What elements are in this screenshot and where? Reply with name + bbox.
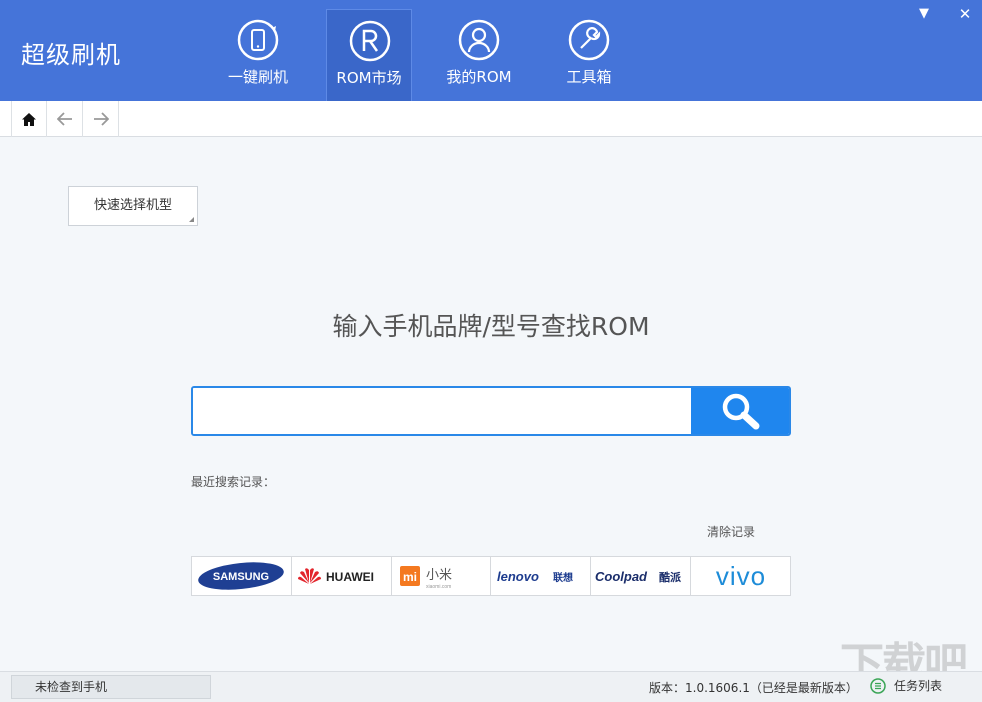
tab-label: 我的ROM <box>446 68 512 86</box>
rom-r-icon <box>349 20 391 62</box>
svg-text:联想: 联想 <box>553 571 573 584</box>
brand-lenovo[interactable]: lenovo 联想 <box>491 557 592 595</box>
wrench-icon <box>568 19 610 61</box>
brand-samsung[interactable]: SAMSUNG <box>192 557 292 595</box>
task-list-label: 任务列表 <box>894 679 943 693</box>
header: 超级刷机 一键刷机 ROM市场 我的ROM 工具箱 ▼ ✕ <box>0 0 982 101</box>
arrow-left-icon <box>56 112 72 126</box>
svg-text:SAMSUNG: SAMSUNG <box>213 571 269 583</box>
brand-list: SAMSUNG HUAWEI mi 小米 xiaomi.com lenovo 联… <box>191 556 791 596</box>
tab-my-rom[interactable]: 我的ROM <box>436 9 522 101</box>
home-icon <box>22 112 36 126</box>
forward-button[interactable] <box>83 101 119 137</box>
user-icon <box>458 19 500 61</box>
samsung-logo: SAMSUNG <box>198 562 285 590</box>
arrow-right-icon <box>93 112 109 126</box>
status-bar: 未检查到手机 版本：1.0.1606.1（已经是最新版本） 任务列表 <box>0 671 982 702</box>
brand-huawei[interactable]: HUAWEI <box>292 557 392 595</box>
device-status: 未检查到手机 <box>11 675 211 699</box>
menu-dropdown-button[interactable]: ▼ <box>916 6 932 22</box>
app-title: 超级刷机 <box>21 41 121 69</box>
tab-label: 工具箱 <box>566 68 612 86</box>
svg-text:xiaomi.com: xiaomi.com <box>426 584 451 590</box>
search-icon <box>722 393 760 430</box>
svg-text:mi: mi <box>403 570 417 584</box>
vivo-logo: vivo <box>715 561 765 591</box>
brand-coolpad[interactable]: Coolpad 酷派 <box>591 557 692 595</box>
coolpad-logo: Coolpad 酷派 <box>595 569 682 584</box>
close-button[interactable]: ✕ <box>957 6 973 22</box>
list-circle-icon <box>870 677 886 694</box>
svg-text:小米: 小米 <box>426 568 452 583</box>
svg-text:lenovo: lenovo <box>497 569 539 584</box>
page-title: 输入手机品牌/型号查找ROM <box>332 312 650 341</box>
quick-select-model-button[interactable]: 快速选择机型 <box>68 186 198 226</box>
huawei-logo: HUAWEI <box>298 568 374 584</box>
svg-text:酷派: 酷派 <box>659 570 682 584</box>
recent-search-label: 最近搜索记录： <box>191 475 276 489</box>
task-list-button[interactable]: 任务列表 <box>870 677 942 694</box>
tab-label: 一键刷机 <box>227 68 288 86</box>
search-box <box>191 386 791 436</box>
version-info: 版本：1.0.1606.1（已经是最新版本） <box>649 681 858 695</box>
corner-triangle-icon <box>189 217 194 222</box>
search-button[interactable] <box>691 388 789 434</box>
clear-history-link[interactable]: 清除记录 <box>707 523 755 540</box>
svg-text:HUAWEI: HUAWEI <box>326 570 374 584</box>
phone-refresh-icon <box>237 19 279 61</box>
lenovo-logo: lenovo 联想 <box>497 569 573 584</box>
svg-text:Coolpad: Coolpad <box>595 569 648 584</box>
quick-select-label: 快速选择机型 <box>93 198 172 213</box>
tab-one-click-flash[interactable]: 一键刷机 <box>215 9 301 101</box>
brand-xiaomi[interactable]: mi 小米 xiaomi.com <box>392 557 492 595</box>
tab-label: ROM市场 <box>336 69 402 87</box>
back-button[interactable] <box>47 101 83 137</box>
svg-text:vivo: vivo <box>715 561 765 591</box>
home-button[interactable] <box>11 101 47 137</box>
tab-rom-market[interactable]: ROM市场 <box>326 9 412 101</box>
brand-vivo[interactable]: vivo <box>691 557 790 595</box>
xiaomi-logo: mi 小米 xiaomi.com <box>400 566 452 590</box>
tab-toolbox[interactable]: 工具箱 <box>546 9 632 101</box>
navigation-toolbar <box>0 101 982 137</box>
search-input[interactable] <box>193 388 689 434</box>
